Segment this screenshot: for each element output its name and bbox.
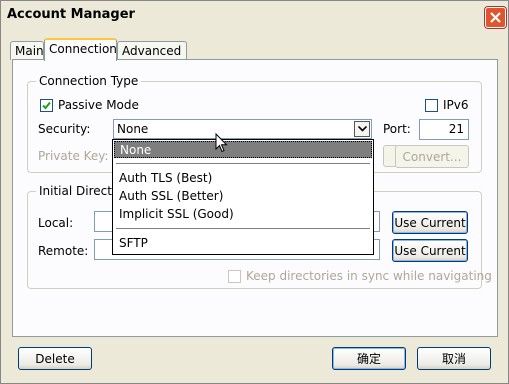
dropdown-separator xyxy=(116,163,370,165)
ok-button[interactable]: 确定 xyxy=(332,347,406,370)
sync-directories-check[interactable] xyxy=(228,269,241,283)
passive-mode-check[interactable] xyxy=(40,98,53,112)
dropdown-option-auth-ssl[interactable]: Auth SSL (Better) xyxy=(114,188,372,205)
remote-label: Remote: xyxy=(38,244,89,258)
title-bar: Account Manager xyxy=(1,1,508,32)
chevron-down-icon xyxy=(357,126,367,132)
remote-use-current-button[interactable]: Use Current xyxy=(392,239,468,262)
ipv6-label: IPv6 xyxy=(443,98,469,112)
dropdown-separator xyxy=(116,228,370,230)
dropdown-option-implicit-ssl[interactable]: Implicit SSL (Good) xyxy=(114,206,372,223)
security-value: None xyxy=(117,122,149,136)
cancel-button[interactable]: 取消 xyxy=(417,347,491,370)
security-dropdown-list: None Auth TLS (Best) Auth SSL (Better) I… xyxy=(112,139,374,255)
sync-directories-checkbox[interactable]: Keep directories in sync while navigatin… xyxy=(228,269,492,283)
local-use-current-button[interactable]: Use Current xyxy=(392,211,468,234)
close-button[interactable] xyxy=(485,7,506,28)
port-input[interactable]: 21 xyxy=(419,119,469,140)
port-label: Port: xyxy=(383,122,411,136)
tab-connection[interactable]: Connection xyxy=(44,38,117,61)
delete-button[interactable]: Delete xyxy=(18,347,92,370)
security-dropdown-arrow[interactable] xyxy=(354,121,370,137)
local-label: Local: xyxy=(38,216,74,230)
ipv6-checkbox[interactable]: IPv6 xyxy=(425,98,469,112)
tab-main[interactable]: Main xyxy=(10,41,44,60)
security-label: Security: xyxy=(38,122,91,136)
dropdown-option-none[interactable]: None xyxy=(114,141,372,158)
tab-connection-label: Connection xyxy=(49,42,117,56)
ipv6-check[interactable] xyxy=(425,98,438,112)
security-select[interactable]: None xyxy=(113,119,372,139)
close-icon xyxy=(490,12,501,23)
check-icon xyxy=(42,101,51,109)
tab-main-label: Main xyxy=(15,44,44,58)
dropdown-option-auth-tls[interactable]: Auth TLS (Best) xyxy=(114,170,372,187)
window-title: Account Manager xyxy=(7,7,135,22)
convert-button[interactable]: Convert... xyxy=(395,145,469,168)
connection-type-legend: Connection Type xyxy=(36,74,142,88)
passive-mode-checkbox[interactable]: Passive Mode xyxy=(40,98,139,112)
sync-directories-label: Keep directories in sync while navigatin… xyxy=(246,269,492,283)
tab-advanced[interactable]: Advanced xyxy=(117,41,187,60)
account-manager-window: Account Manager Main Connection Advanced… xyxy=(0,0,509,384)
dropdown-option-sftp[interactable]: SFTP xyxy=(114,235,372,252)
private-key-label: Private Key: xyxy=(38,149,109,163)
mouse-cursor-icon xyxy=(215,133,228,153)
passive-mode-label: Passive Mode xyxy=(58,98,139,112)
tab-advanced-label: Advanced xyxy=(122,44,182,58)
